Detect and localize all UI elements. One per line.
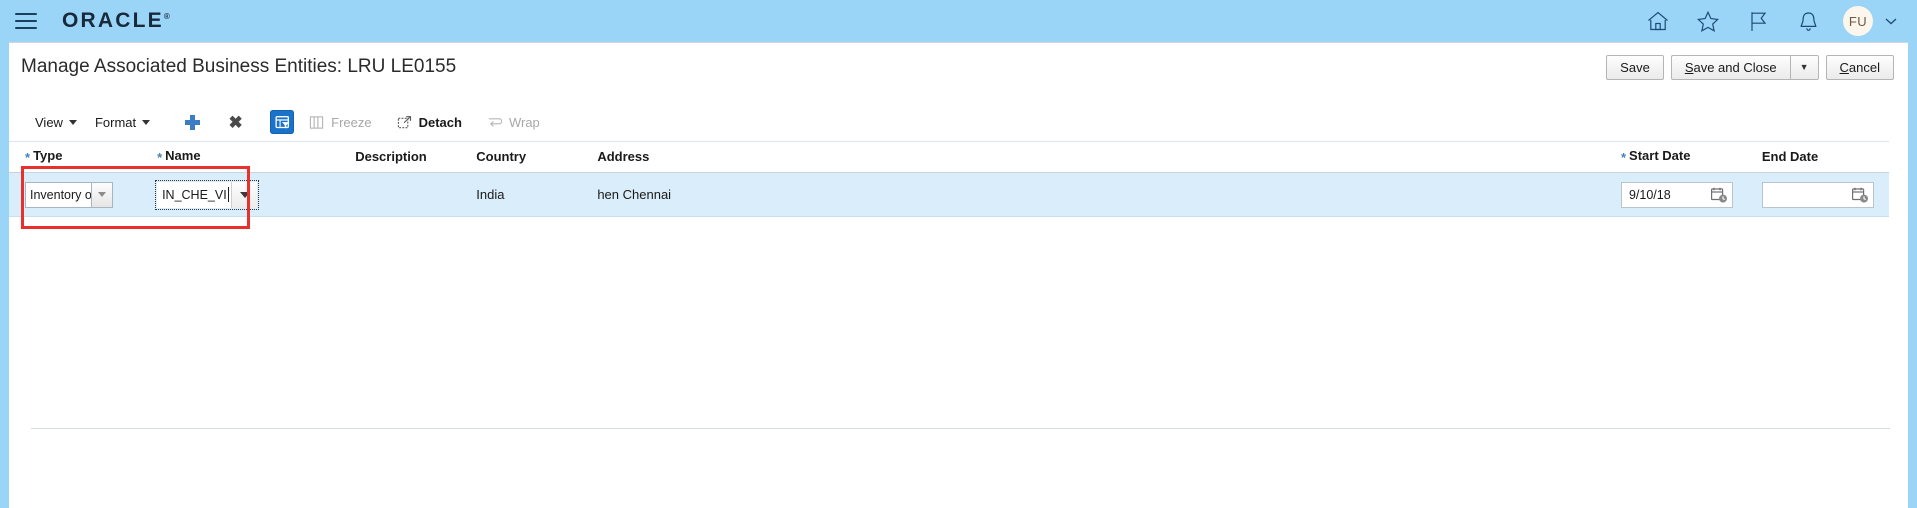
save-and-close-button[interactable]: Save and Close bbox=[1670, 54, 1790, 80]
save-and-close-split-button: Save and Close ▼ bbox=[1670, 54, 1819, 80]
column-header-start-date[interactable]: * Start Date bbox=[1604, 141, 1746, 173]
cell-name: IN_CHE_VI bbox=[141, 172, 340, 217]
table-body: Inventory or IN_CHE_VI India hen Chennai… bbox=[9, 172, 1889, 217]
page-title-bar: Manage Associated Business Entities: LRU… bbox=[9, 43, 1908, 91]
cell-type: Inventory or bbox=[9, 172, 142, 217]
table-header-row: * Type * Name Description Country Address … bbox=[9, 141, 1889, 173]
name-lov-field[interactable]: IN_CHE_VI bbox=[155, 179, 260, 210]
type-select[interactable]: Inventory or bbox=[25, 181, 113, 208]
calendar-icon[interactable] bbox=[1710, 186, 1728, 204]
view-menu-button[interactable]: View bbox=[31, 112, 83, 133]
oracle-logo-text: ORACLE bbox=[62, 9, 164, 32]
required-marker: * bbox=[1620, 150, 1627, 165]
page-container: Manage Associated Business Entities: LRU… bbox=[9, 42, 1908, 508]
chevron-down-icon bbox=[68, 119, 77, 125]
column-header-start-date-label: Start Date bbox=[1629, 148, 1691, 163]
wrap-icon bbox=[486, 114, 503, 131]
save-and-close-label: ave and Close bbox=[1693, 59, 1777, 75]
delete-row-button[interactable]: ✖ bbox=[221, 111, 250, 134]
business-entities-table-wrapper: * Type * Name Description Country Address … bbox=[9, 141, 1908, 429]
application-root: ORACLE® FU Manage Associated Business En… bbox=[0, 0, 1917, 508]
cancel-accesskey: C bbox=[1839, 59, 1849, 75]
column-header-name[interactable]: * Name bbox=[141, 141, 340, 173]
oracle-logo: ORACLE® bbox=[62, 9, 170, 33]
column-header-type[interactable]: * Type bbox=[9, 141, 142, 173]
name-lov-dropdown-icon[interactable] bbox=[231, 181, 258, 208]
name-input[interactable]: IN_CHE_VI bbox=[157, 181, 232, 208]
global-header: ORACLE® FU bbox=[0, 0, 1917, 42]
cell-description bbox=[339, 172, 461, 217]
home-icon[interactable] bbox=[1643, 6, 1673, 36]
chevron-down-icon bbox=[142, 119, 151, 125]
column-header-country[interactable]: Country bbox=[460, 141, 582, 173]
text-cursor bbox=[227, 187, 229, 202]
cancel-label: ancel bbox=[1848, 59, 1880, 75]
save-and-close-dropdown-arrow[interactable]: ▼ bbox=[1789, 54, 1819, 80]
wrap-button[interactable]: Wrap bbox=[480, 111, 546, 134]
view-menu-label: View bbox=[35, 114, 63, 130]
freeze-icon bbox=[308, 114, 325, 131]
required-marker: * bbox=[157, 150, 163, 165]
start-date-value: 9/10/18 bbox=[1628, 187, 1671, 202]
oracle-logo-registered: ® bbox=[163, 12, 170, 21]
column-header-name-label: Name bbox=[165, 148, 201, 163]
type-select-dropdown-icon[interactable] bbox=[91, 181, 113, 208]
flag-icon[interactable] bbox=[1743, 6, 1773, 36]
cell-end-date bbox=[1745, 172, 1889, 217]
table-toolbar: View Format ✖ Freeze Detach Wrap bbox=[9, 105, 1908, 139]
save-button[interactable]: Save bbox=[1606, 54, 1664, 80]
business-entities-table: * Type * Name Description Country Address … bbox=[9, 141, 1889, 217]
end-date-field[interactable] bbox=[1761, 181, 1874, 208]
add-row-button[interactable] bbox=[178, 111, 207, 134]
query-by-example-button[interactable] bbox=[270, 110, 295, 134]
wrap-label: Wrap bbox=[508, 114, 540, 130]
table-row[interactable]: Inventory or IN_CHE_VI India hen Chennai… bbox=[9, 172, 1889, 217]
required-marker: * bbox=[25, 150, 31, 165]
content-separator bbox=[31, 428, 1890, 429]
column-header-end-date[interactable]: End Date bbox=[1745, 141, 1889, 173]
column-header-type-label: Type bbox=[33, 148, 63, 163]
page-action-buttons: Save Save and Close ▼ Cancel bbox=[1606, 54, 1894, 80]
detach-label: Detach bbox=[418, 114, 462, 130]
cell-address: hen Chennai bbox=[581, 172, 1605, 217]
format-menu-button[interactable]: Format bbox=[91, 112, 156, 133]
global-header-actions: FU bbox=[1643, 6, 1917, 36]
freeze-label: Freeze bbox=[331, 114, 372, 130]
format-menu-label: Format bbox=[94, 114, 137, 130]
cell-start-date: 9/10/18 bbox=[1604, 172, 1746, 217]
detach-button[interactable]: Detach bbox=[390, 111, 468, 134]
freeze-button[interactable]: Freeze bbox=[302, 111, 377, 134]
type-select-value: Inventory or bbox=[25, 181, 91, 208]
name-input-value: IN_CHE_VI bbox=[162, 187, 227, 202]
hamburger-menu-icon[interactable] bbox=[14, 11, 40, 31]
save-and-close-accesskey: S bbox=[1684, 59, 1694, 75]
detach-icon bbox=[396, 114, 413, 131]
cell-country: India bbox=[460, 172, 582, 217]
start-date-field[interactable]: 9/10/18 bbox=[1620, 181, 1733, 208]
page-title: Manage Associated Business Entities: LRU… bbox=[21, 56, 457, 77]
avatar-chevron-down-icon[interactable] bbox=[1883, 15, 1899, 27]
calendar-icon[interactable] bbox=[1851, 186, 1869, 204]
table-header: * Type * Name Description Country Address … bbox=[9, 141, 1889, 173]
plus-icon bbox=[184, 114, 201, 131]
bell-icon[interactable] bbox=[1793, 6, 1823, 36]
cancel-button[interactable]: Cancel bbox=[1825, 54, 1894, 80]
x-mark-icon: ✖ bbox=[228, 112, 243, 132]
column-header-description[interactable]: Description bbox=[339, 141, 461, 173]
column-header-address[interactable]: Address bbox=[581, 141, 1605, 173]
avatar[interactable]: FU bbox=[1843, 6, 1873, 36]
favorites-star-icon[interactable] bbox=[1693, 6, 1723, 36]
